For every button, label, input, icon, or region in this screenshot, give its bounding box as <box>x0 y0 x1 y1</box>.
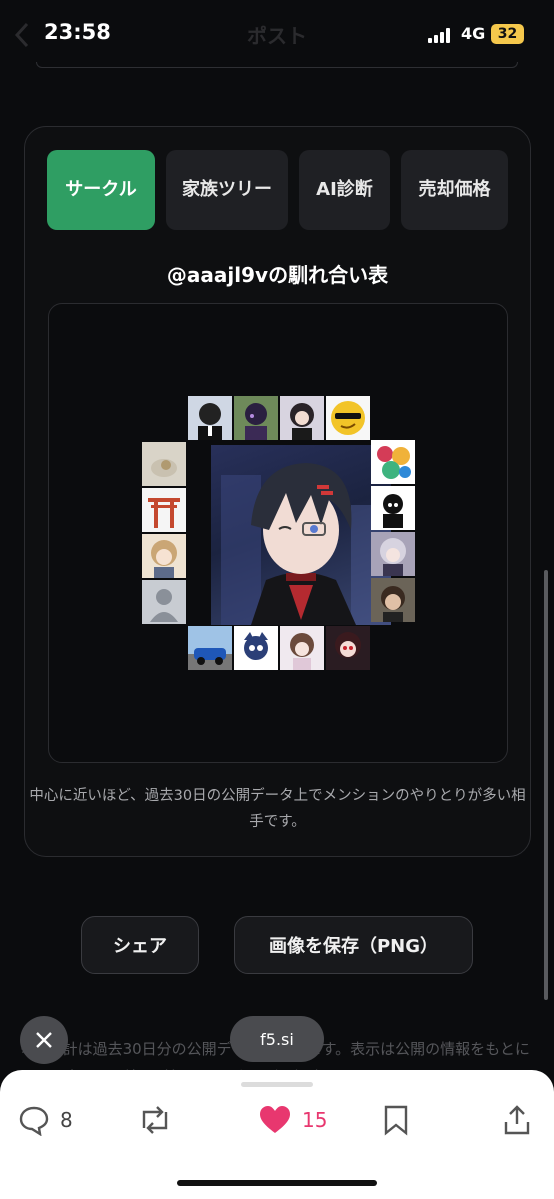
avatar[interactable] <box>371 440 415 484</box>
avatar[interactable] <box>326 396 370 440</box>
status-time: 23:58 <box>44 20 111 44</box>
avatar[interactable] <box>142 534 186 578</box>
reply-icon <box>19 1106 49 1136</box>
home-indicator <box>177 1180 377 1186</box>
reply-action[interactable]: 8 <box>18 1100 73 1140</box>
like-count: 15 <box>302 1108 328 1132</box>
avatar[interactable] <box>371 486 415 530</box>
avatar[interactable] <box>280 396 324 440</box>
signal-icon <box>428 27 454 43</box>
url-pill[interactable]: f5.si <box>230 1016 324 1062</box>
network-type: 4G <box>461 24 486 43</box>
avatar[interactable] <box>371 578 415 622</box>
avatar[interactable] <box>326 626 370 670</box>
avatar[interactable] <box>142 488 186 532</box>
scrollbar[interactable] <box>544 570 548 1000</box>
avatar[interactable] <box>280 626 324 670</box>
close-icon <box>36 1032 52 1048</box>
avatar[interactable] <box>142 442 186 486</box>
tab-family-tree[interactable]: 家族ツリー <box>166 150 288 230</box>
avatar[interactable] <box>234 396 278 440</box>
battery-icon: 32 <box>491 24 524 44</box>
chart-title: @aaajl9vの馴れ合い表 <box>166 263 389 287</box>
circle-canvas <box>48 303 508 763</box>
heart-icon <box>260 1106 290 1133</box>
tab-circle[interactable]: サークル <box>47 150 155 230</box>
share-icon <box>504 1105 530 1135</box>
sheet-handle[interactable] <box>241 1082 313 1087</box>
avatar[interactable] <box>188 396 232 440</box>
repost-action[interactable] <box>138 1100 172 1140</box>
bookmark-icon <box>384 1105 408 1136</box>
share-action[interactable] <box>502 1100 532 1140</box>
repost-icon <box>142 1106 168 1134</box>
tab-ai-diagnosis[interactable]: AI診断 <box>299 150 390 230</box>
avatar[interactable] <box>142 580 186 624</box>
save-png-button[interactable]: 画像を保存（PNG） <box>234 916 473 974</box>
avatar[interactable] <box>234 626 278 670</box>
avatar[interactable] <box>371 532 415 576</box>
status-bar: ポスト 23:58 4G 32 <box>0 0 554 64</box>
share-button[interactable]: シェア <box>81 916 199 974</box>
avatar[interactable] <box>188 626 232 670</box>
divider <box>36 62 518 68</box>
circle-card: サークル 家族ツリー AI診断 売却価格 @aaajl9vの馴れ合い表 中心に近… <box>24 126 531 857</box>
bookmark-action[interactable] <box>382 1100 410 1140</box>
chart-note: 中心に近いほど、過去30日の公開データ上でメンションのやりとりが多い相手です。 <box>29 788 526 830</box>
tab-sale-price[interactable]: 売却価格 <box>401 150 508 230</box>
reply-count: 8 <box>60 1108 73 1132</box>
center-avatar[interactable] <box>211 445 391 625</box>
close-button[interactable] <box>20 1016 68 1064</box>
like-action[interactable]: 15 <box>258 1100 327 1140</box>
